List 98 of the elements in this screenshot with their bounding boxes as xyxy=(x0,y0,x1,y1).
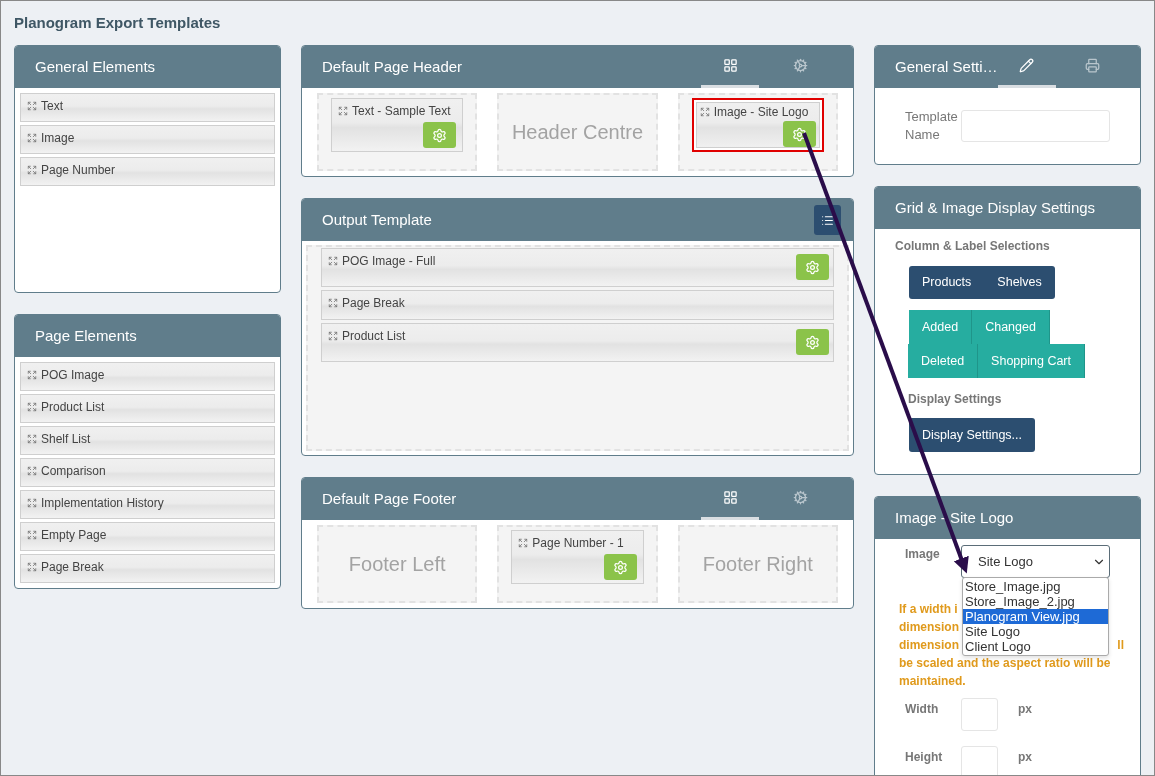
element-label: Text xyxy=(41,99,63,113)
drag-handle-icon xyxy=(27,530,37,540)
dropdown-option[interactable]: Client Logo xyxy=(963,639,1108,654)
element-item[interactable]: Product List xyxy=(321,323,834,362)
element-label: Page Number - 1 xyxy=(532,535,624,552)
drag-handle-icon xyxy=(328,256,338,266)
element-item[interactable]: Product List xyxy=(20,394,275,423)
gear-icon xyxy=(792,490,808,505)
element-label: Empty Page xyxy=(41,528,107,542)
settings-button[interactable] xyxy=(783,121,816,147)
dropdown-option[interactable]: Planogram View.jpg xyxy=(963,609,1108,624)
dropdown-option[interactable]: Site Logo xyxy=(963,624,1108,639)
panel-title: General Setti… xyxy=(895,56,998,77)
drag-handle-icon xyxy=(518,538,529,548)
element-label: Image - Site Logo xyxy=(713,104,809,121)
gear-icon xyxy=(612,559,628,575)
gear-icon xyxy=(792,58,808,73)
drag-handle-icon xyxy=(27,370,37,380)
grid-icon xyxy=(722,58,738,73)
gear-icon xyxy=(805,259,820,275)
element-label: Product List xyxy=(342,329,406,343)
panel-title: Grid & Image Display Settings xyxy=(895,197,1096,218)
element-label: POG Image - Full xyxy=(342,254,436,268)
note-text: dimension xyxy=(899,619,959,636)
note-text: ll xyxy=(1117,637,1124,654)
width-field[interactable] xyxy=(961,698,998,731)
element-label: Page Break xyxy=(342,296,405,310)
element-label: Implementation History xyxy=(41,496,164,510)
gear-icon xyxy=(805,334,820,350)
placed-element[interactable]: Image - Site Logo xyxy=(691,98,824,152)
element-item[interactable]: Implementation History xyxy=(20,490,275,519)
element-item[interactable]: Page Number xyxy=(20,157,275,186)
drag-handle-icon xyxy=(27,562,37,572)
zone-label: Header Centre xyxy=(511,120,644,145)
unit-label: px xyxy=(1018,749,1032,766)
element-label: POG Image xyxy=(41,368,105,382)
drag-handle-icon xyxy=(328,331,338,341)
drag-handle-icon xyxy=(338,106,348,116)
drag-handle-icon xyxy=(27,434,37,444)
drag-handle-icon xyxy=(27,165,37,175)
element-label: Shelf List xyxy=(41,432,91,446)
element-label: Text - Sample Text xyxy=(352,103,451,120)
element-item[interactable]: Image xyxy=(20,125,275,154)
drag-handle-icon xyxy=(27,402,37,412)
element-item[interactable]: POG Image xyxy=(20,362,275,391)
panel-title: Output Template xyxy=(322,209,432,230)
note-text: dimension xyxy=(899,637,959,654)
grid-icon xyxy=(722,490,738,505)
element-item[interactable]: Comparison xyxy=(20,458,275,487)
element-item[interactable]: Page Break xyxy=(20,554,275,583)
dropdown-option[interactable]: Store_Image.jpg xyxy=(963,579,1108,594)
panel-title: General Elements xyxy=(35,56,156,77)
placed-element[interactable]: Text - Sample Text xyxy=(331,98,464,152)
panel-title: Default Page Header xyxy=(322,56,463,77)
element-item[interactable]: Shelf List xyxy=(20,426,275,455)
page-title: Planogram Export Templates xyxy=(14,13,221,33)
toggle-button[interactable]: Products xyxy=(909,266,985,299)
element-item[interactable]: Text xyxy=(20,93,275,122)
note-text: maintained. xyxy=(899,673,966,690)
element-label: Page Break xyxy=(41,560,104,574)
template-name-field[interactable] xyxy=(961,110,1110,142)
element-item[interactable]: Page Break xyxy=(321,290,834,320)
drag-handle-icon xyxy=(27,466,37,476)
element-label: Product List xyxy=(41,400,105,414)
height-field[interactable] xyxy=(961,746,998,775)
panel-title: Image - Site Logo xyxy=(895,507,1014,528)
element-item[interactable]: POG Image - Full xyxy=(321,248,834,287)
field-label: Height xyxy=(904,749,944,766)
element-label: Comparison xyxy=(41,464,106,478)
element-label: Image xyxy=(41,131,75,145)
field-label: Template Name xyxy=(905,108,959,144)
placed-element[interactable]: Page Number - 1 xyxy=(511,530,644,584)
panel-title: Default Page Footer xyxy=(322,488,457,509)
list-icon xyxy=(821,213,834,227)
dropdown-option[interactable]: Store_Image_2.jpg xyxy=(963,594,1108,609)
field-label: Width xyxy=(904,701,940,718)
panel-title: Page Elements xyxy=(35,325,137,346)
element-item[interactable]: Empty Page xyxy=(20,522,275,551)
unit-label: px xyxy=(1018,701,1032,718)
printer-icon xyxy=(1085,58,1101,73)
field-label: Image xyxy=(904,546,941,563)
note-text: If a width i xyxy=(899,601,958,618)
section-label: Display Settings xyxy=(908,391,1003,408)
pencil-icon xyxy=(1019,58,1035,73)
zone-label: Footer Left xyxy=(348,552,446,577)
display-settings-button[interactable]: Display Settings... xyxy=(909,418,1036,452)
toggle-button[interactable]: Shelves xyxy=(984,266,1055,299)
drag-handle-icon xyxy=(27,101,37,111)
section-label: Column & Label Selections xyxy=(895,238,1051,255)
note-text: be scaled and the aspect ratio will be xyxy=(899,655,1111,672)
drag-handle-icon xyxy=(27,498,37,508)
gear-icon xyxy=(792,126,807,142)
drag-handle-icon xyxy=(328,298,338,308)
drag-handle-icon xyxy=(699,107,710,117)
gear-icon xyxy=(432,127,448,143)
drag-handle-icon xyxy=(27,133,37,143)
zone-label: Footer Right xyxy=(702,552,813,577)
element-label: Page Number xyxy=(41,163,116,177)
